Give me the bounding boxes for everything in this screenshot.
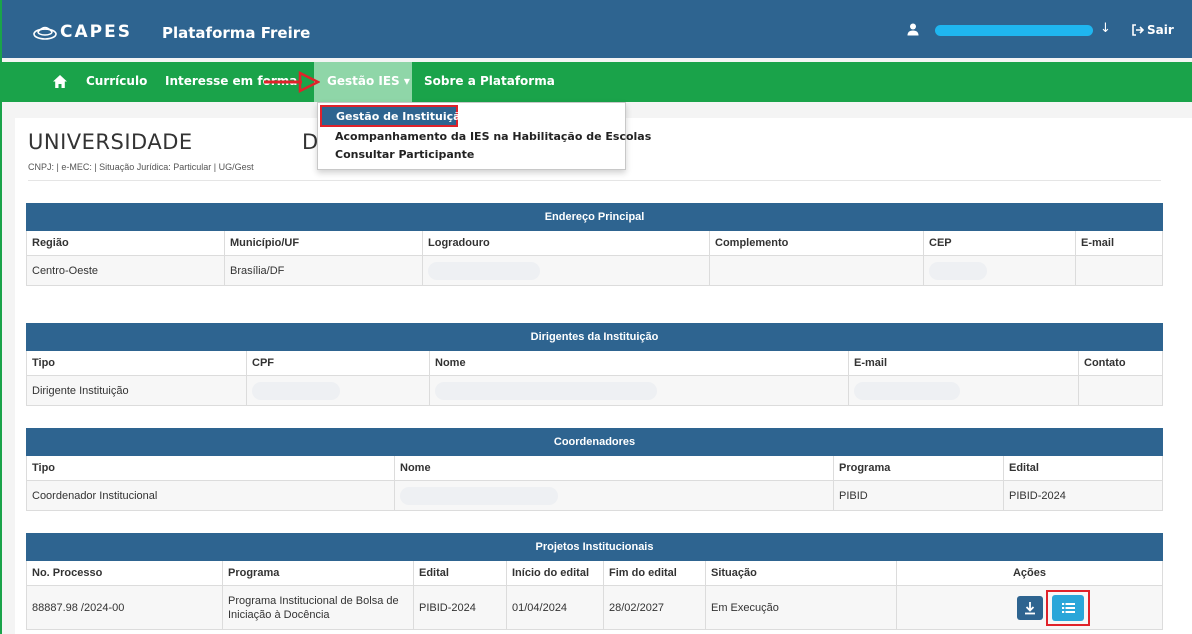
- redacted-value: [435, 381, 657, 400]
- cell-municipio: Brasília/DF: [224, 255, 423, 286]
- cell-email: [848, 375, 1079, 406]
- cell-email: [1074, 255, 1164, 286]
- nav-curriculo[interactable]: Currículo: [86, 74, 147, 88]
- column-header: Nome: [394, 455, 834, 481]
- column-header: Fim do edital: [603, 560, 706, 586]
- column-header: Tipo: [26, 455, 395, 481]
- column-header: Complemento: [709, 230, 924, 256]
- column-header: Tipo: [26, 350, 247, 376]
- coordinators-table: Coordenadores Tipo Nome Programa Edital …: [25, 428, 1164, 511]
- cell-programa: Programa Institucional de Bolsa de Inici…: [222, 585, 414, 630]
- logo-text: CAPES: [60, 22, 132, 42]
- menu-item-label: Gestão de Instituição: [336, 110, 469, 123]
- nav-sobre-plataforma[interactable]: Sobre a Plataforma: [424, 74, 555, 88]
- cell-nome: [429, 375, 849, 406]
- column-header: Região: [26, 230, 225, 256]
- column-header: Início do edital: [506, 560, 604, 586]
- column-header: Nome: [429, 350, 849, 376]
- cell-fim: 28/02/2027: [603, 585, 706, 630]
- institution-name-suffix: D: [302, 130, 319, 154]
- address-table: Endereço Principal Região Município/UF L…: [25, 203, 1164, 286]
- user-icon: [907, 23, 919, 36]
- column-header: Logradouro: [422, 230, 710, 256]
- column-header: Edital: [413, 560, 507, 586]
- column-header: Contato: [1078, 350, 1163, 376]
- column-header: Ações: [895, 560, 1164, 586]
- cell-cep: [923, 255, 1076, 286]
- column-header: Programa: [833, 455, 1004, 481]
- cell-complemento: [709, 255, 924, 286]
- cell-processo: 88887.98 /2024-00: [26, 585, 223, 630]
- cell-edital: PIBID-2024: [413, 585, 507, 630]
- platform-title[interactable]: Plataforma Freire: [162, 24, 310, 42]
- column-header: E-mail: [1074, 230, 1164, 256]
- download-button[interactable]: [1017, 595, 1044, 620]
- table-title: Dirigentes da Instituição: [26, 323, 1163, 351]
- home-icon[interactable]: [52, 74, 68, 89]
- table-title: Projetos Institucionais: [25, 533, 1164, 561]
- redacted-value: [252, 381, 340, 400]
- cell-acoes: [895, 585, 1164, 630]
- cell-edital: PIBID-2024: [1002, 480, 1164, 511]
- table-row: Coordenador Institucional PIBID PIBID-20…: [26, 480, 1164, 511]
- cell-situacao: Em Execução: [705, 585, 897, 630]
- table-row: 88887.98 /2024-00 Programa Institucional…: [26, 585, 1164, 630]
- column-header: Município/UF: [224, 230, 423, 256]
- cell-regiao: Centro-Oeste: [26, 255, 225, 286]
- cell-contato: [1078, 375, 1163, 406]
- redacted-value: [428, 261, 540, 280]
- column-header: CPF: [246, 350, 430, 376]
- logout-button[interactable]: Sair: [1131, 23, 1174, 37]
- institution-info: CNPJ: | e-MEC: | Situação Jurídica: Part…: [28, 162, 254, 172]
- institution-name: UNIVERSIDADE: [28, 130, 193, 154]
- projects-table: Projetos Institucionais No. Processo Pro…: [25, 533, 1164, 630]
- redacted-value: [929, 261, 987, 280]
- download-icon: [1025, 601, 1036, 614]
- logout-icon: [1132, 24, 1144, 36]
- highlight-box: [1046, 589, 1091, 626]
- column-header: Edital: [1002, 455, 1164, 481]
- capes-logo[interactable]: CAPES: [32, 20, 132, 44]
- divider: [28, 180, 1161, 181]
- list-button[interactable]: [1052, 594, 1085, 621]
- cell-tipo: Dirigente Instituição: [26, 375, 247, 406]
- table-row: Dirigente Instituição: [26, 375, 1163, 406]
- cell-tipo: Coordenador Institucional: [26, 480, 395, 511]
- logout-label: Sair: [1147, 23, 1174, 37]
- cell-cpf: [246, 375, 430, 406]
- list-icon: [1062, 602, 1076, 613]
- cell-programa: PIBID: [833, 480, 1004, 511]
- column-header: Situação: [705, 560, 897, 586]
- menu-item-consultar-participante[interactable]: Consultar Participante: [335, 148, 474, 161]
- cell-logradouro: [422, 255, 710, 286]
- user-name-redacted[interactable]: [935, 25, 1093, 36]
- leaders-table: Dirigentes da Instituição Tipo CPF Nome …: [26, 323, 1163, 406]
- cell-inicio: 01/04/2024: [506, 585, 604, 630]
- chevron-down-icon[interactable]: ↓: [1100, 21, 1111, 36]
- menu-item-gestao-instituicao[interactable]: Gestão de Instituição: [320, 105, 468, 127]
- nav-gestao-ies[interactable]: Gestão IES ▾: [327, 74, 410, 88]
- table-title: Coordenadores: [25, 428, 1164, 456]
- table-title: Endereço Principal: [25, 203, 1164, 231]
- capes-logo-icon: [33, 26, 57, 40]
- table-row: Centro-Oeste Brasília/DF: [26, 255, 1164, 286]
- redacted-value: [400, 486, 558, 505]
- redacted-value: [854, 381, 960, 400]
- column-header: E-mail: [848, 350, 1079, 376]
- cell-nome: [394, 480, 834, 511]
- column-header: CEP: [923, 230, 1076, 256]
- annotation-arrow-icon: [264, 70, 320, 94]
- column-header: Programa: [222, 560, 414, 586]
- column-header: No. Processo: [26, 560, 223, 586]
- menu-item-acompanhamento[interactable]: Acompanhamento da IES na Habilitação de …: [335, 130, 651, 143]
